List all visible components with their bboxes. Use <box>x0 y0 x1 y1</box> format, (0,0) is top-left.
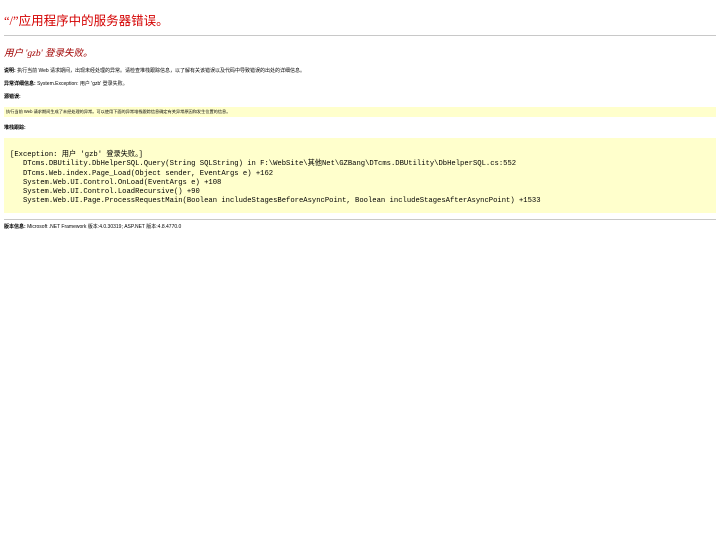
title-divider <box>4 35 716 36</box>
source-error-label: 源错误: <box>4 94 21 100</box>
exception-details-text: System.Exception: 用户 'gzb' 登录失败。 <box>37 81 128 87</box>
description-text: 执行当前 Web 请求期间，出现未经处理的异常。请检查堆栈跟踪信息，以了解有关该… <box>17 68 306 74</box>
exception-details-section: 异常详细信息: System.Exception: 用户 'gzb' 登录失败。 <box>4 81 716 88</box>
error-page: “/”应用程序中的服务器错误。 用户 'gzb' 登录失败。 说明: 执行当前 … <box>0 0 720 231</box>
stack-trace-box[interactable]: [Exception: 用户 'gzb' 登录失败。] DTcms.DBUtil… <box>4 138 716 213</box>
stack-trace-line: DTcms.Web.index.Page_Load(Object sender,… <box>10 169 274 178</box>
stack-trace-line: System.Web.UI.Page.ProcessRequestMain(Bo… <box>10 197 541 206</box>
stack-trace-line: System.Web.UI.Control.OnLoad(EventArgs e… <box>10 178 222 187</box>
stack-trace-line: [Exception: 用户 'gzb' 登录失败。] <box>10 151 143 159</box>
page-title: “/”应用程序中的服务器错误。 <box>4 14 169 28</box>
source-error-label-row: 源错误: <box>4 94 716 101</box>
error-heading: 用户 'gzb' 登录失败。 <box>4 49 93 59</box>
stack-trace-line: DTcms.DBUtility.DbHelperSQL.Query(String… <box>10 160 517 169</box>
stack-trace-line: System.Web.UI.Control.LoadRecursive() +9… <box>10 188 200 197</box>
description-section: 说明: 执行当前 Web 请求期间，出现未经处理的异常。请检查堆栈跟踪信息，以了… <box>4 68 716 75</box>
exception-details-label: 异常详细信息: <box>4 81 36 87</box>
stack-trace-label: 堆栈跟踪: <box>4 125 26 131</box>
version-info-label: 版本信息: <box>4 223 26 230</box>
source-error-box: 执行当前 Web 请求期间生成了未经处理的异常。可以使用下面的异常堆栈跟踪信息确… <box>4 107 716 117</box>
version-info: 版本信息: Microsoft .NET Framework 版本:4.0.30… <box>4 223 716 231</box>
source-error-text: 执行当前 Web 请求期间生成了未经处理的异常。可以使用下面的异常堆栈跟踪信息确… <box>6 109 231 114</box>
version-info-text: Microsoft .NET Framework 版本:4.0.30319; A… <box>27 223 182 230</box>
stack-trace-label-row: 堆栈跟踪: <box>4 125 716 132</box>
description-label: 说明: <box>4 68 16 74</box>
footer-divider <box>4 218 716 220</box>
